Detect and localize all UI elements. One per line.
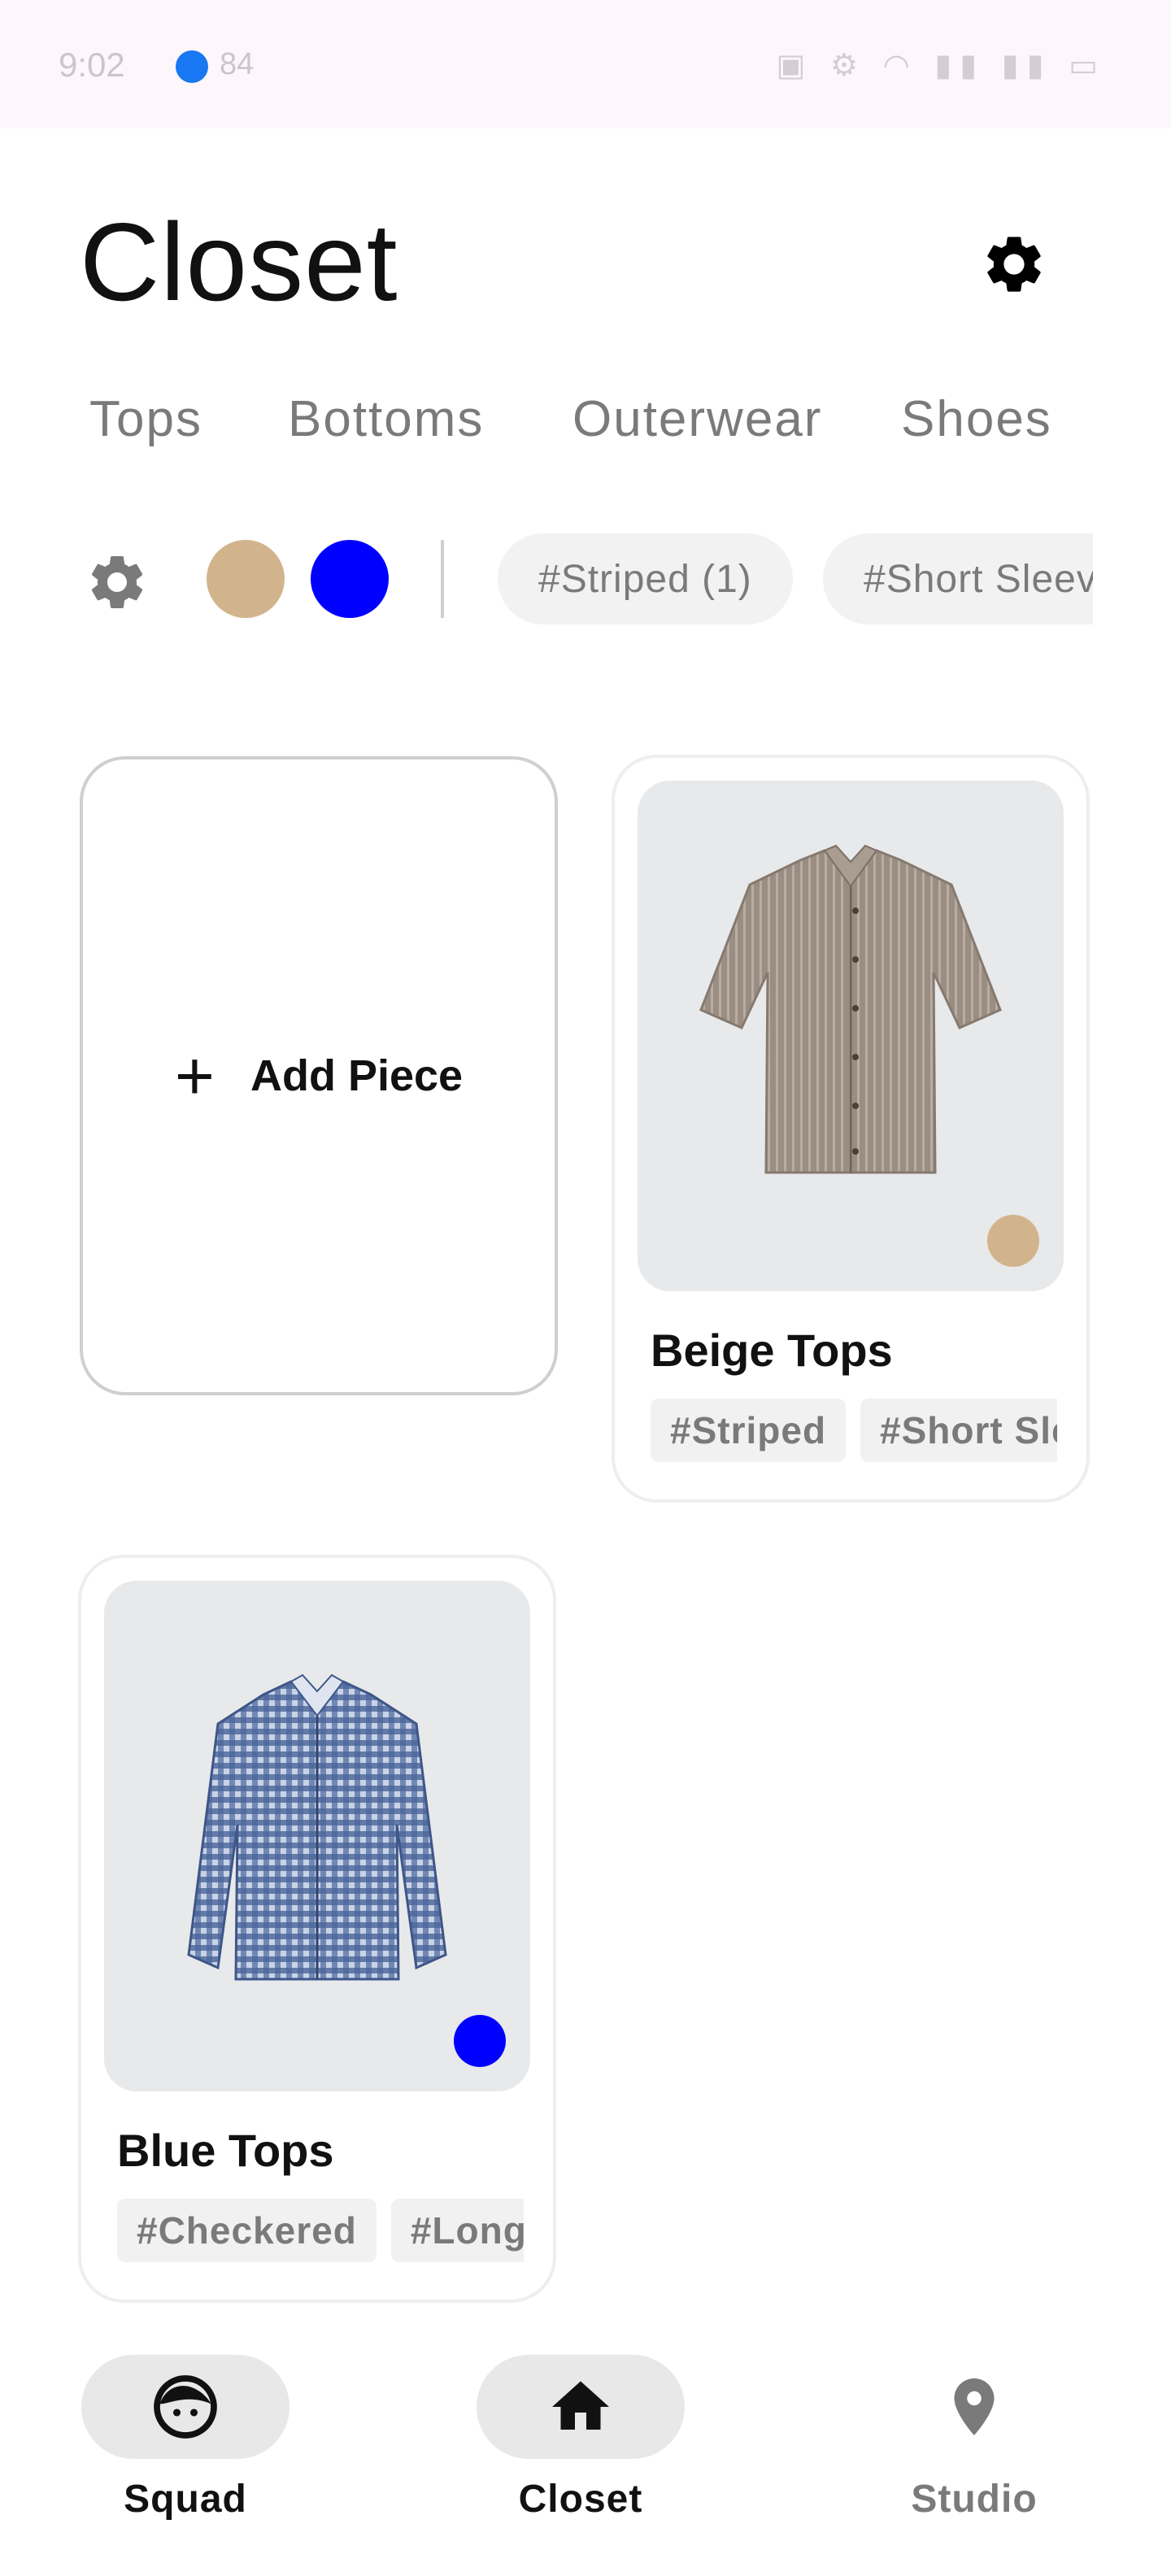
item-card-blue-tops[interactable]: Blue Tops #Checkered #Long	[78, 1555, 556, 2303]
tab-outerwear[interactable]: Outerwear	[572, 390, 822, 448]
status-bar: 9:02 84 ▣ ⚙ ◠ ▮▮ ▮▮ ▭	[0, 0, 1171, 128]
item-image	[638, 781, 1064, 1291]
tag-chip-short-sleeve[interactable]: #Short Sleev	[823, 533, 1093, 624]
nav-label-closet: Closet	[518, 2478, 643, 2521]
item-title: Beige Tops	[651, 1325, 893, 1376]
nav-label-squad: Squad	[124, 2478, 247, 2521]
tag-chip-striped[interactable]: #Striped (1)	[498, 533, 793, 624]
tab-shoes[interactable]: Shoes	[901, 390, 1052, 448]
nav-pill	[477, 2355, 685, 2459]
tag-chip[interactable]: #Checkered	[117, 2199, 377, 2262]
item-tags: #Striped #Short Sle	[651, 1399, 1057, 1464]
plus-icon: +	[174, 1038, 215, 1114]
color-swatch-beige[interactable]	[207, 540, 285, 618]
nav-item-closet[interactable]: Closet	[459, 2334, 703, 2529]
page-title: Closet	[80, 200, 398, 324]
color-dot	[987, 1215, 1039, 1267]
category-tabs: Tops Bottoms Outerwear Shoes	[0, 390, 1171, 463]
messenger-count: 84	[220, 47, 255, 81]
nav-item-studio[interactable]: Studio	[852, 2334, 1096, 2529]
home-icon	[552, 2381, 609, 2430]
nav-item-squad[interactable]: Squad	[63, 2334, 307, 2529]
tag-chip[interactable]: #Long	[390, 2199, 524, 2262]
tag-chip[interactable]: #Short Sle	[860, 1399, 1057, 1462]
nav-pill	[870, 2355, 1078, 2459]
filter-row: #Striped (1) #Short Sleev	[0, 529, 1093, 626]
item-tags: #Checkered #Long	[117, 2199, 524, 2264]
color-swatch-blue[interactable]	[311, 540, 389, 618]
color-dot	[454, 2015, 506, 2067]
item-title: Blue Tops	[117, 2125, 334, 2176]
gear-icon	[91, 556, 143, 608]
tab-bottoms[interactable]: Bottoms	[288, 390, 484, 448]
item-card-beige-tops[interactable]: Beige Tops #Striped #Short Sle	[612, 755, 1090, 1503]
nav-pill	[81, 2355, 289, 2459]
location-pin-icon	[954, 2378, 995, 2435]
blue-shirt-image	[187, 1673, 447, 1981]
tab-tops[interactable]: Tops	[89, 390, 202, 448]
bottom-navigation: Squad Closet Studio	[0, 2334, 1171, 2576]
face-icon	[154, 2375, 217, 2439]
add-piece-label: Add Piece	[250, 1051, 464, 1100]
settings-button[interactable]	[969, 220, 1059, 309]
item-image	[104, 1581, 530, 2091]
messenger-icon	[176, 50, 208, 83]
system-status-icons: ▣ ⚙ ◠ ▮▮ ▮▮ ▭	[776, 49, 1106, 83]
gear-icon	[987, 237, 1041, 292]
nav-label-studio: Studio	[911, 2478, 1038, 2521]
filter-divider	[441, 540, 444, 618]
status-time: 9:02	[59, 46, 125, 84]
add-piece-card[interactable]: + Add Piece	[80, 756, 558, 1395]
tag-chip[interactable]: #Striped	[651, 1399, 847, 1462]
filter-settings-button[interactable]	[81, 546, 153, 618]
beige-shirt-image	[699, 844, 1002, 1174]
